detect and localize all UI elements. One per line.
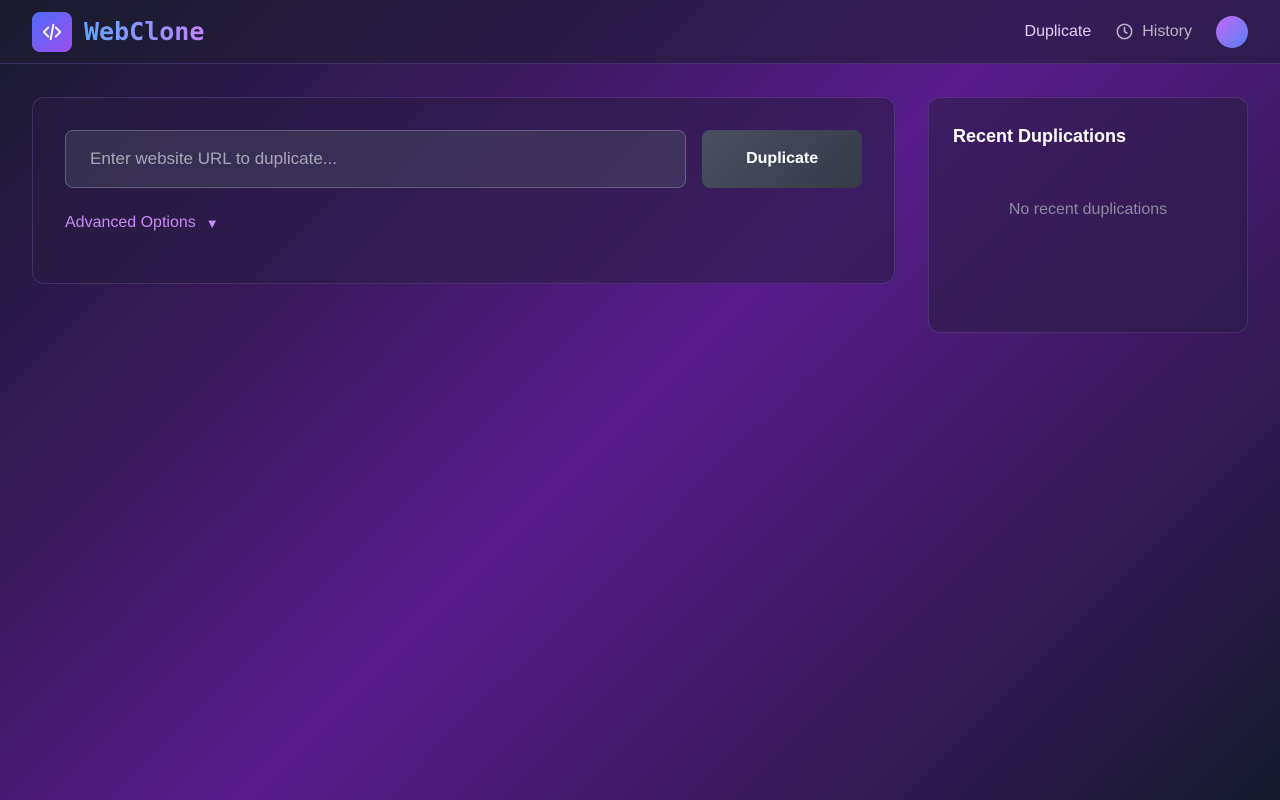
brand-name: WebClone [84, 17, 205, 46]
url-row: Duplicate [65, 130, 862, 188]
clock-icon [1116, 23, 1133, 40]
top-header: WebClone Duplicate History [0, 0, 1280, 64]
duplicate-card: Duplicate Advanced Options ▼ [32, 97, 895, 284]
chevron-down-icon: ▼ [205, 215, 219, 231]
nav-duplicate-link[interactable]: Duplicate [1025, 23, 1092, 41]
top-nav: Duplicate History [1025, 15, 1248, 48]
recent-duplications-panel: Recent Duplications No recent duplicatio… [928, 97, 1248, 333]
duplicate-button[interactable]: Duplicate [702, 130, 862, 188]
url-input[interactable] [65, 130, 687, 188]
panel-title: Recent Duplications [953, 126, 1127, 146]
code-icon [32, 11, 72, 52]
empty-state-text: No recent duplications [1008, 201, 1168, 218]
nav-history-label: History [1142, 22, 1192, 40]
avatar[interactable] [1216, 15, 1248, 48]
advanced-options-label: Advanced Options [65, 214, 196, 231]
brand[interactable]: WebClone [32, 11, 205, 52]
nav-history-link[interactable]: History [1115, 22, 1192, 41]
advanced-options-toggle[interactable]: Advanced Options ▼ [65, 214, 219, 232]
